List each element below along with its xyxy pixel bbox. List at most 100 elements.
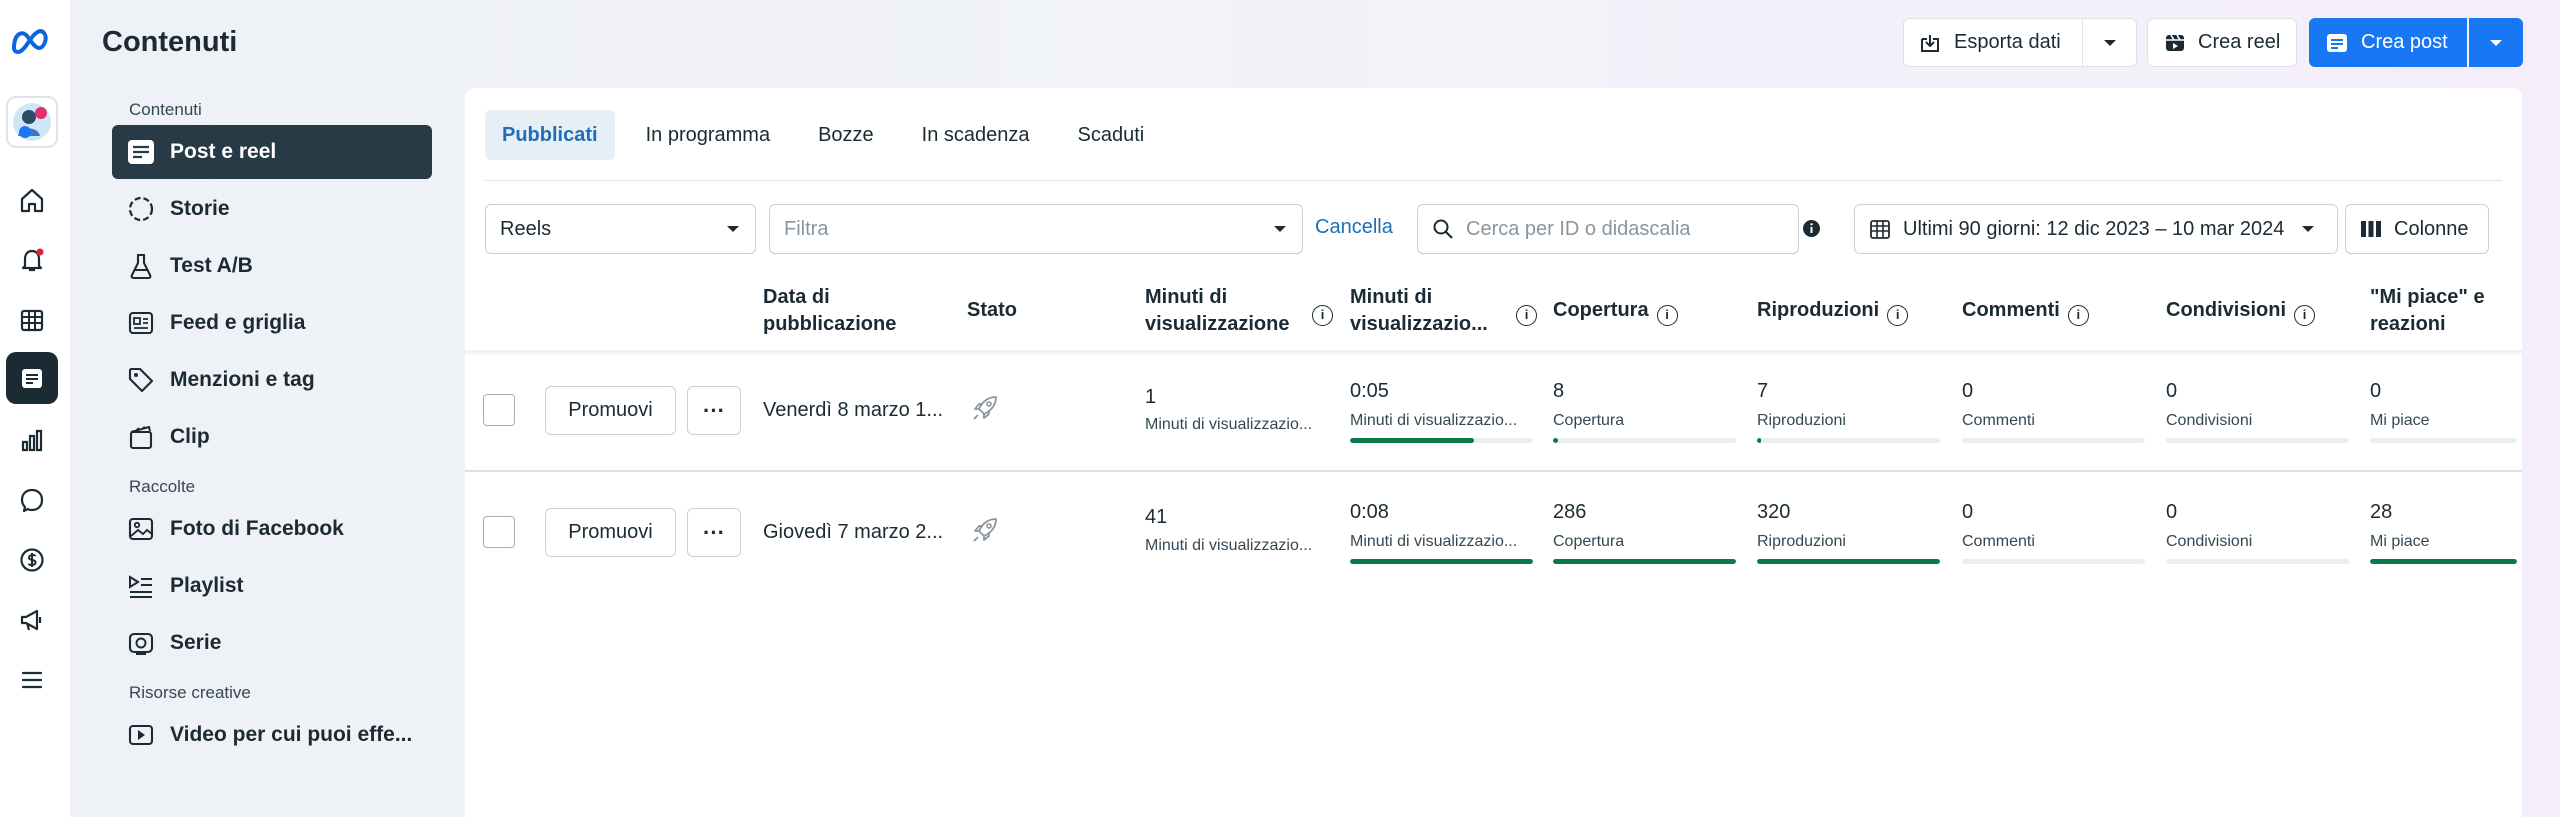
create-post-dropdown-button[interactable] <box>2469 18 2523 67</box>
more-options-button[interactable]: ··· <box>687 508 741 557</box>
info-icon[interactable] <box>1802 219 1821 238</box>
sidebar-item-label: Clip <box>170 425 210 448</box>
ads-icon[interactable] <box>6 594 58 646</box>
row-checkbox[interactable] <box>483 394 515 426</box>
sidebar-item-label: Playlist <box>170 574 244 597</box>
publish-date[interactable]: Giovedì 7 marzo 2... <box>763 521 943 544</box>
sidebar-item-ab-test[interactable]: Test A/B <box>112 239 432 293</box>
account-avatar[interactable] <box>6 96 58 148</box>
create-post-label: Crea post <box>2361 31 2448 53</box>
column-header-reach[interactable]: Copertura i <box>1553 297 1678 326</box>
column-header-label: Minuti di visualizzazio... <box>1350 286 1488 335</box>
column-header-likes[interactable]: "Mi piace" e reazioni <box>2370 284 2510 338</box>
tab-expiring[interactable]: In scadenza <box>905 110 1047 160</box>
columns-icon <box>2361 221 2381 237</box>
sidebar-item-label: Menzioni e tag <box>170 368 315 391</box>
info-icon[interactable]: i <box>1656 305 1678 326</box>
row-checkbox[interactable] <box>483 516 515 548</box>
sidebar-item-stories[interactable]: Storie <box>112 182 432 236</box>
sidebar-item-label: Test A/B <box>170 254 253 277</box>
tag-icon <box>126 365 156 395</box>
info-icon[interactable]: i <box>2067 305 2089 326</box>
avg-minutes-label: Minuti di visualizzazio... <box>1350 533 1518 550</box>
reach-value: 286 <box>1553 501 1587 523</box>
reach-bar <box>1553 438 1736 443</box>
info-icon[interactable]: i <box>1887 305 1909 326</box>
create-post-button-group: Crea post <box>2309 18 2523 67</box>
inbox-icon[interactable] <box>6 474 58 526</box>
progress-fill <box>2370 559 2517 564</box>
column-header-shares[interactable]: Condivisioni i <box>2166 297 2315 326</box>
shares-label: Condivisioni <box>2166 412 2253 429</box>
likes-label: Mi piace <box>2370 412 2430 429</box>
sidebar-item-posts-reels[interactable]: Post e reel <box>112 125 432 179</box>
content-sidebar: Contenuti Post e reel Storie Test A/B Fe… <box>112 95 432 765</box>
cancel-filter-link[interactable]: Cancella <box>1315 216 1393 239</box>
more-options-button[interactable]: ··· <box>687 386 741 435</box>
minutes-value: 41 <box>1145 506 1168 528</box>
avg-minutes-value: 0:05 <box>1350 380 1389 402</box>
create-reel-button[interactable]: Crea reel <box>2147 18 2297 67</box>
export-dropdown-button[interactable] <box>2083 18 2137 67</box>
columns-button[interactable]: Colonne <box>2345 204 2489 254</box>
reach-value: 8 <box>1553 380 1565 402</box>
menu-icon[interactable] <box>6 654 58 706</box>
minutes-label: Minuti di visualizzazio... <box>1145 537 1313 554</box>
insights-icon[interactable] <box>6 414 58 466</box>
caret-down-icon <box>2103 39 2116 46</box>
row-divider <box>465 470 2522 472</box>
tab-scheduled[interactable]: In programma <box>629 110 788 160</box>
content-card: Pubblicati In programma Bozze In scadenz… <box>465 88 2522 817</box>
export-data-label: Esporta dati <box>1954 31 2061 53</box>
progress-fill <box>1757 438 1761 443</box>
tab-published[interactable]: Pubblicati <box>485 110 615 160</box>
avg-minutes-label: Minuti di visualizzazio... <box>1350 412 1518 429</box>
search-input[interactable]: Cerca per ID o didascalia <box>1417 204 1799 254</box>
tab-drafts[interactable]: Bozze <box>801 110 891 160</box>
likes-bar <box>2370 559 2517 564</box>
posts-icon <box>126 137 156 167</box>
publish-date[interactable]: Venerdì 8 marzo 1... <box>763 399 943 422</box>
caret-down-icon <box>1274 226 1286 232</box>
sidebar-item-facebook-photos[interactable]: Foto di Facebook <box>112 502 432 556</box>
column-header-plays[interactable]: Riproduzioni i <box>1757 297 1909 326</box>
info-icon[interactable]: i <box>2294 305 2315 326</box>
content-type-select[interactable]: Reels <box>485 204 756 254</box>
column-header-avg-minutes[interactable]: Minuti di visualizzazio... <box>1350 284 1508 338</box>
filter-select[interactable]: Filtra <box>769 204 1303 254</box>
info-icon[interactable]: i <box>1508 297 1537 326</box>
plays-bar <box>1757 438 1940 443</box>
home-icon[interactable] <box>6 174 58 226</box>
sidebar-item-eligible-videos[interactable]: Video per cui puoi effe... <box>112 708 432 762</box>
column-header-date[interactable]: Data di pubblicazione <box>763 284 913 338</box>
meta-logo-icon[interactable] <box>10 26 56 56</box>
promote-button[interactable]: Promuovi <box>545 508 676 557</box>
promote-button[interactable]: Promuovi <box>545 386 676 435</box>
column-header-status[interactable]: Stato <box>967 297 1017 324</box>
sidebar-item-feed-grid[interactable]: Feed e griglia <box>112 296 432 350</box>
monetization-icon[interactable] <box>6 534 58 586</box>
sidebar-item-clip[interactable]: Clip <box>112 410 432 464</box>
date-range-select[interactable]: Ultimi 90 giorni: 12 dic 2023 – 10 mar 2… <box>1854 204 2338 254</box>
playlist-icon <box>126 571 156 601</box>
content-icon[interactable] <box>6 352 58 404</box>
create-post-button[interactable]: Crea post <box>2309 18 2467 67</box>
sidebar-item-series[interactable]: Serie <box>112 616 432 670</box>
tab-expired[interactable]: Scaduti <box>1061 110 1162 160</box>
notifications-icon[interactable] <box>6 234 58 286</box>
filter-placeholder: Filtra <box>784 217 829 240</box>
info-icon[interactable]: i <box>1304 297 1333 326</box>
calendar-icon <box>1870 220 1890 239</box>
likes-value: 0 <box>2370 380 2382 402</box>
avg-minutes-bar <box>1350 559 1533 564</box>
progress-fill <box>1350 559 1533 564</box>
status-tabs: Pubblicati In programma Bozze In scadenz… <box>485 110 1175 160</box>
flask-icon <box>126 251 156 281</box>
sidebar-item-mentions-tags[interactable]: Menzioni e tag <box>112 353 432 407</box>
calendar-icon[interactable] <box>6 294 58 346</box>
export-data-button[interactable]: Esporta dati <box>1903 18 2083 67</box>
likes-value: 28 <box>2370 501 2393 523</box>
column-header-comments[interactable]: Commenti i <box>1962 297 2089 326</box>
sidebar-item-playlist[interactable]: Playlist <box>112 559 432 613</box>
column-header-label: Riproduzioni <box>1757 299 1880 321</box>
